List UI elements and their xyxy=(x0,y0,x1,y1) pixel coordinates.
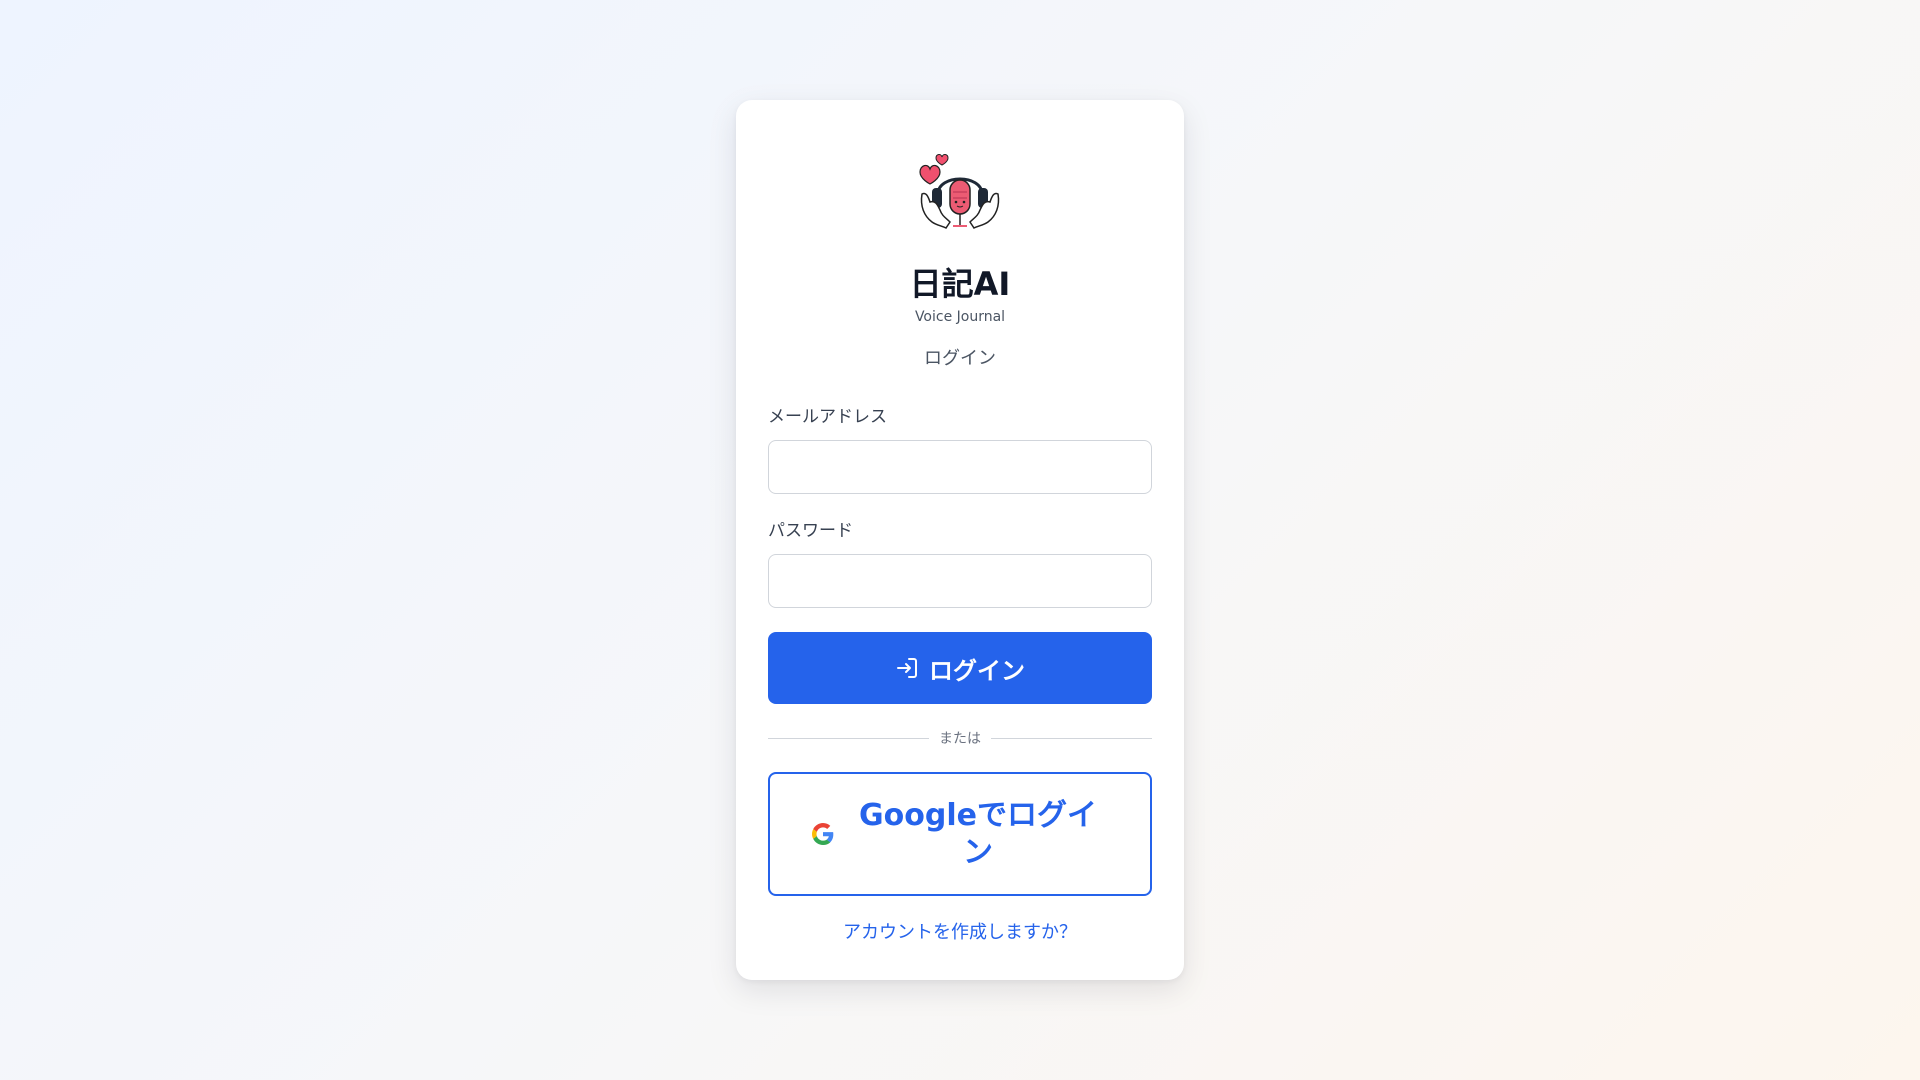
login-card: 日記AI Voice Journal ログイン メールアドレス パスワード ログ… xyxy=(736,100,1184,980)
password-field[interactable] xyxy=(768,554,1152,608)
or-divider: または xyxy=(768,728,1152,748)
app-subtitle: Voice Journal xyxy=(914,309,1006,325)
login-button[interactable]: ログイン xyxy=(768,632,1152,704)
google-login-button[interactable]: Googleでログイン xyxy=(768,772,1152,896)
divider-line-right xyxy=(991,737,1152,739)
password-label: パスワード xyxy=(768,521,853,541)
login-arrow-icon xyxy=(897,658,917,678)
create-account-link[interactable]: アカウントを作成しますか？ xyxy=(736,920,1184,946)
form-heading: ログイン xyxy=(924,348,996,369)
app-logo-icon xyxy=(919,154,1000,229)
divider-line-left xyxy=(768,737,929,739)
login-button-label: ログイン xyxy=(929,656,1025,685)
app-title: 日記AI xyxy=(909,265,1011,303)
google-button-label: Googleでログイン xyxy=(859,798,1097,870)
divider-text: または xyxy=(939,731,981,747)
email-label: メールアドレス xyxy=(768,407,887,427)
email-field[interactable] xyxy=(768,440,1152,494)
google-g-icon xyxy=(812,823,834,845)
